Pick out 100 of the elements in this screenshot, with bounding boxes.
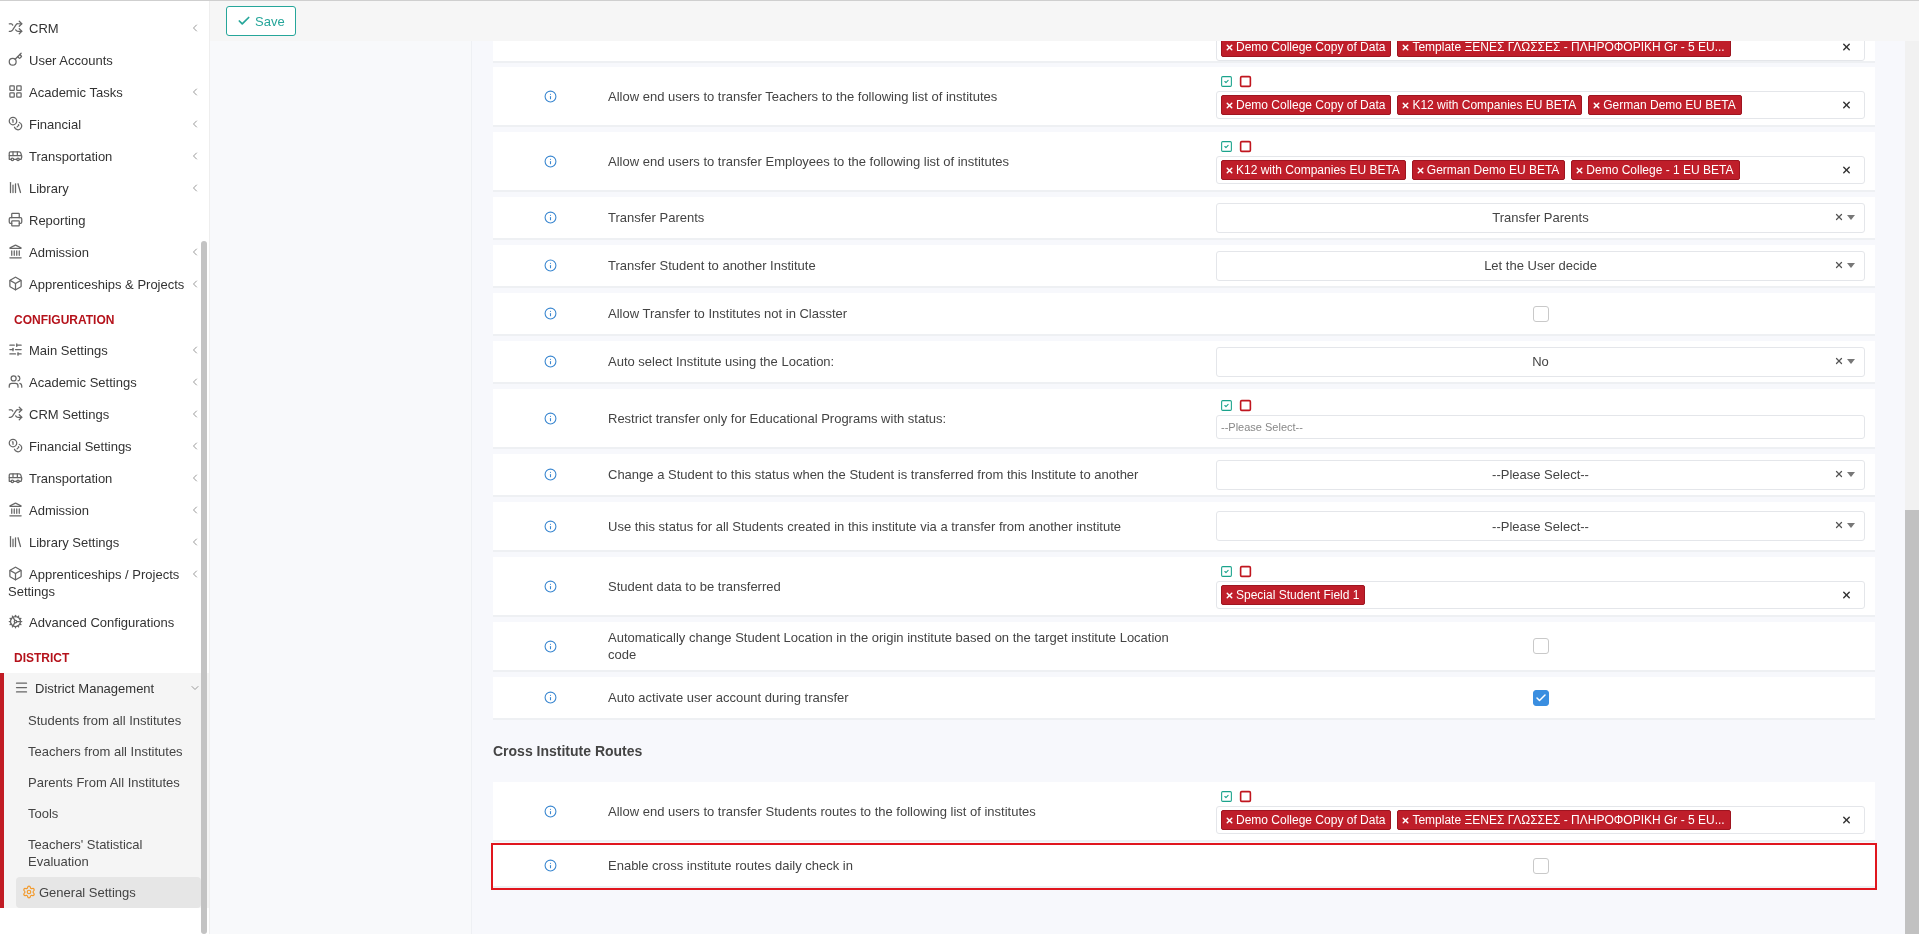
info-icon[interactable] — [544, 355, 557, 368]
tag: K12 with Companies EU BETA — [1221, 160, 1406, 180]
sidebar-item[interactable]: Advanced Configurations — [0, 607, 209, 639]
sidebar-item[interactable]: Financial — [0, 109, 209, 141]
tag-select-field[interactable]: Demo College Copy of Data Template ΞΕΝΕΣ ΓΛΩΣΣΕΣ - ΠΛΗΡΟΦΟΡΙΚΗ Gr - 5 EU... — [1216, 41, 1865, 61]
gears-icon — [8, 614, 23, 629]
coins-icon — [8, 116, 23, 131]
deselect-all-icon[interactable] — [1239, 790, 1252, 803]
remove-icon[interactable] — [1225, 100, 1234, 110]
info-icon[interactable] — [544, 211, 557, 224]
sidebar-item[interactable]: CRM Settings — [0, 399, 209, 431]
gear-icon — [22, 885, 36, 899]
tag: Demo College - 1 EU BETA — [1571, 160, 1740, 180]
sidebar-item[interactable]: Library Settings — [0, 527, 209, 559]
printer-icon — [8, 212, 23, 227]
multi-select-field[interactable]: --Please Select-- — [1216, 415, 1865, 439]
select-all-icon[interactable] — [1220, 790, 1233, 803]
remove-icon[interactable] — [1575, 165, 1585, 175]
coins-icon — [8, 438, 23, 453]
info-icon[interactable] — [544, 579, 557, 593]
select-all-icon[interactable] — [1220, 565, 1233, 578]
info-icon[interactable] — [544, 307, 557, 320]
info-icon[interactable] — [544, 639, 557, 653]
sidebar-item[interactable]: CRM — [0, 13, 209, 45]
submenu-item[interactable]: Tools — [22, 798, 201, 829]
info-icon[interactable] — [544, 154, 557, 168]
sidebar-item[interactable]: Reporting — [0, 205, 209, 237]
remove-icon[interactable] — [1225, 42, 1234, 52]
checkbox[interactable] — [1532, 689, 1549, 706]
sidebar-item[interactable]: Library — [0, 173, 209, 205]
select-field[interactable]: No — [1216, 346, 1865, 377]
info-icon[interactable] — [544, 804, 557, 818]
remove-icon[interactable] — [1401, 42, 1411, 52]
section-heading: CONFIGURATION — [13, 312, 116, 329]
submenu-item[interactable]: Students from all Institutes — [22, 705, 201, 736]
info-icon[interactable] — [544, 468, 557, 481]
tag-select-field[interactable]: K12 with Companies EU BETA German Demo EU BETA Demo College - 1 EU BETA — [1216, 156, 1865, 184]
clear-icon[interactable] — [1841, 589, 1852, 601]
tag-select-field[interactable]: Demo College Copy of Data Template ΞΕΝΕΣ ΓΛΩΣΣΕΣ - ΠΛΗΡΟΦΟΡΙΚΗ Gr - 5 EU... — [1216, 806, 1865, 834]
deselect-all-icon[interactable] — [1239, 75, 1252, 88]
sidebar-item[interactable]: Financial Settings — [0, 431, 209, 463]
remove-icon[interactable] — [1401, 815, 1411, 825]
sidebar-item[interactable]: Main Settings — [0, 335, 209, 367]
checkbox[interactable] — [1532, 638, 1549, 654]
sidebar-item[interactable]: Apprenticeships / Projects Settings — [0, 559, 209, 607]
sidebar-item[interactable]: User Accounts — [0, 45, 209, 77]
remove-icon[interactable] — [1225, 815, 1234, 825]
info-icon[interactable] — [544, 259, 557, 272]
select-field[interactable]: --Please Select-- — [1216, 459, 1865, 490]
checkbox[interactable] — [1532, 305, 1549, 322]
setting-label: Allow end users to transfer Students routes to the following list of institutes — [608, 802, 1037, 820]
remove-icon[interactable] — [1225, 590, 1234, 600]
info-icon[interactable] — [544, 691, 557, 704]
sidebar-item[interactable]: Admission — [0, 495, 209, 527]
deselect-all-icon[interactable] — [1239, 565, 1252, 578]
clear-icon[interactable] — [1834, 355, 1844, 366]
select-all-icon[interactable] — [1220, 399, 1233, 412]
clear-icon[interactable] — [1834, 468, 1844, 479]
info-icon[interactable] — [544, 411, 557, 425]
select-field[interactable]: --Please Select-- — [1216, 511, 1865, 541]
clear-icon[interactable] — [1841, 99, 1852, 111]
sidebar-item[interactable]: District Management — [4, 673, 209, 705]
deselect-all-icon[interactable] — [1239, 399, 1252, 412]
remove-icon[interactable] — [1225, 165, 1234, 175]
select-all-icon[interactable] — [1220, 140, 1233, 153]
sidebar-item[interactable]: Apprenticeships & Projects — [0, 269, 209, 301]
setting-label: Student data to be transferred — [608, 577, 782, 595]
sidebar-item[interactable]: Academic Tasks — [0, 77, 209, 109]
select-field[interactable]: Transfer Parents — [1216, 202, 1865, 233]
clear-icon[interactable] — [1841, 41, 1852, 53]
remove-icon[interactable] — [1592, 100, 1602, 110]
sidebar-item[interactable]: Academic Settings — [0, 367, 209, 399]
deselect-all-icon[interactable] — [1239, 140, 1252, 153]
select-all-icon[interactable] — [1220, 75, 1233, 88]
tag-select-field[interactable]: Demo College Copy of Data K12 with Companies EU BETA German Demo EU BETA — [1216, 91, 1865, 119]
sidebar-item[interactable]: Admission — [0, 237, 209, 269]
info-icon[interactable] — [544, 89, 557, 103]
select-field[interactable]: Let the User decide — [1216, 250, 1865, 281]
submenu-item[interactable]: Parents From All Institutes — [22, 767, 201, 798]
sidebar-item[interactable]: Transportation — [0, 463, 209, 495]
tag: Special Student Field 1 — [1221, 585, 1366, 605]
info-icon[interactable] — [544, 859, 557, 872]
setting-label: Change a Student to this status when the Student is transferred from this Institute to another — [608, 466, 1140, 483]
tag-select-field[interactable]: Special Student Field 1 — [1216, 581, 1865, 609]
submenu-item[interactable]: Teachers from all Institutes — [22, 736, 201, 767]
checkbox[interactable] — [1532, 857, 1549, 874]
clear-icon[interactable] — [1841, 814, 1852, 826]
submenu-item[interactable]: General Settings — [16, 877, 201, 908]
clear-icon[interactable] — [1834, 211, 1844, 222]
clear-icon[interactable] — [1841, 164, 1852, 176]
sidebar-item[interactable]: Transportation — [0, 141, 209, 173]
remove-icon[interactable] — [1415, 165, 1425, 175]
info-icon[interactable] — [544, 519, 557, 533]
clear-icon[interactable] — [1834, 520, 1844, 530]
remove-icon[interactable] — [1401, 100, 1411, 110]
people-icon — [8, 374, 23, 389]
setting-label: Allow end users to transfer Teachers to the following list of institutes — [608, 87, 999, 105]
clear-icon[interactable] — [1834, 259, 1844, 270]
submenu-item[interactable]: Teachers' Statistical Evaluation — [22, 829, 201, 877]
section-title: Cross Institute Routes — [493, 743, 643, 759]
